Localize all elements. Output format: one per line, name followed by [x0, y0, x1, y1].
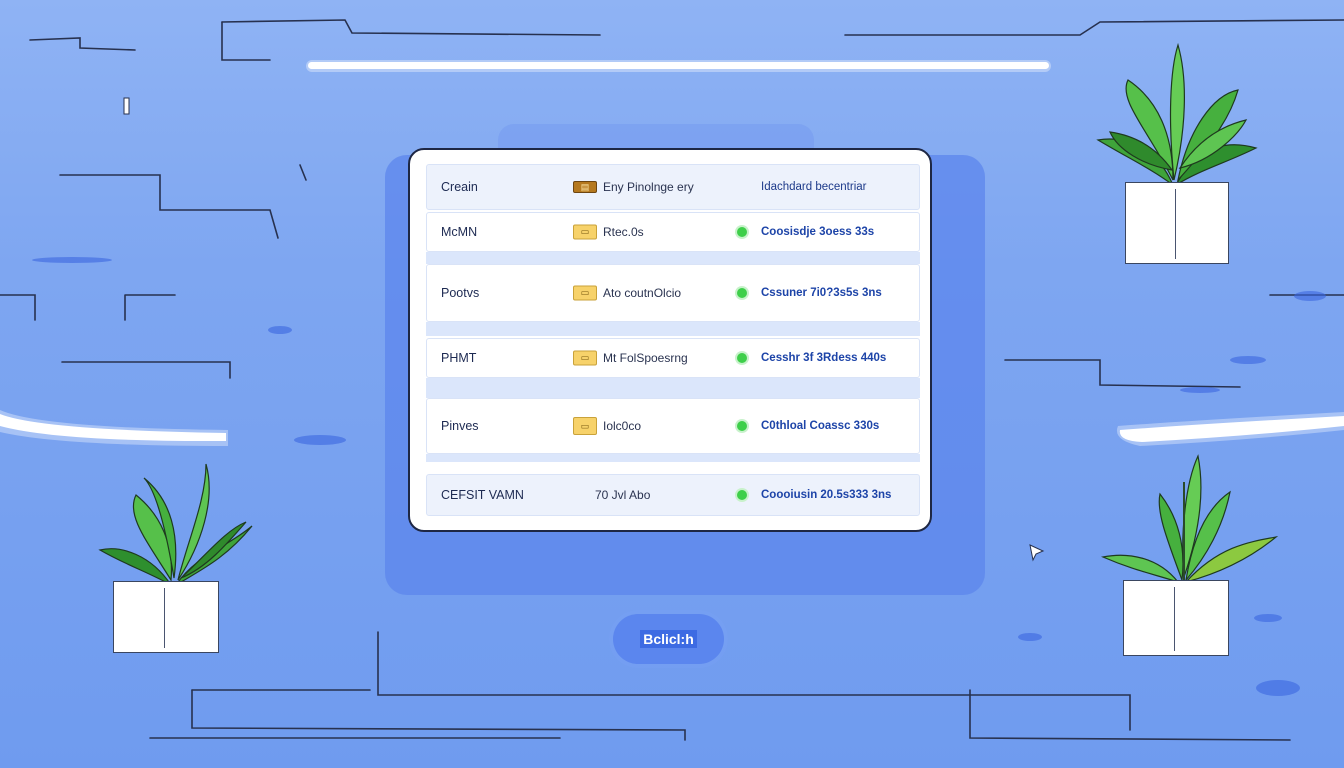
leaves-icon	[1096, 42, 1258, 187]
row-detail: Rtec.0s	[603, 225, 644, 239]
row-name: Pinves	[441, 419, 479, 433]
header-name: Creain	[441, 180, 478, 194]
row-status: Coooiusin 20.5s333 3ns	[761, 489, 892, 501]
table-row[interactable]: Pinves ▭ Iolc0co C0thloal Coassc 330s	[426, 398, 920, 454]
row-status: C0thloal Coassc 330s	[761, 420, 880, 432]
folder-icon: ▭	[573, 224, 597, 240]
data-table-panel: Creain ▤ Eny Pinolnge ery Idachdard bece…	[408, 148, 932, 532]
row-separator	[426, 322, 920, 336]
plant-decoration-bottom-right	[1098, 452, 1280, 657]
status-dot-icon	[737, 353, 747, 363]
pot-icon	[113, 581, 219, 653]
primary-action-button[interactable]: Bclicl:h	[613, 614, 724, 664]
status-dot-icon	[737, 227, 747, 237]
table-header-row: Creain ▤ Eny Pinolnge ery Idachdard bece…	[426, 164, 920, 210]
row-separator	[426, 378, 920, 398]
status-dot-icon	[737, 490, 747, 500]
row-name: CEFSIT VAMN	[441, 488, 524, 502]
row-detail: 70 Jvl Abo	[595, 488, 651, 502]
row-separator	[426, 454, 920, 462]
folder-icon: ▭	[573, 417, 597, 435]
table-row[interactable]: CEFSIT VAMN 70 Jvl Abo Coooiusin 20.5s33…	[426, 474, 920, 516]
plant-decoration-bottom-left	[96, 460, 256, 655]
status-dot-icon	[737, 288, 747, 298]
plant-decoration-top-right	[1088, 40, 1263, 265]
row-status: Coosisdje 3oess 33s	[761, 226, 875, 238]
row-separator	[426, 252, 920, 264]
row-name: McMN	[441, 225, 478, 239]
row-name: PHMT	[441, 351, 477, 365]
leaves-icon	[98, 463, 253, 586]
pot-icon	[1125, 182, 1229, 264]
folder-icon: ▭	[573, 350, 597, 366]
row-status: Cesshr 3f 3Rdess 440s	[761, 352, 887, 364]
table-row[interactable]: McMN ▭ Rtec.0s Coosisdje 3oess 33s	[426, 212, 920, 252]
header-detail: Eny Pinolnge ery	[603, 180, 694, 194]
table-row[interactable]: PHMT ▭ Mt FolSpoesrng Cesshr 3f 3Rdess 4…	[426, 338, 920, 378]
row-detail: Mt FolSpoesrng	[603, 351, 688, 365]
row-detail: Ato coutnOlcio	[603, 286, 682, 300]
header-status: Idachdard becentriar	[761, 181, 867, 193]
row-name: Pootvs	[441, 286, 480, 300]
folder-icon: ▤	[573, 181, 597, 193]
row-status: Cssuner 7i0?3s5s 3ns	[761, 287, 882, 299]
primary-action-label: Bclicl:h	[640, 630, 697, 648]
status-dot-icon	[737, 421, 747, 431]
pot-icon	[1123, 580, 1229, 656]
leaves-icon	[1100, 454, 1279, 584]
row-detail: Iolc0co	[603, 419, 642, 433]
table-row[interactable]: Pootvs ▭ Ato coutnOlcio Cssuner 7i0?3s5s…	[426, 264, 920, 322]
folder-icon: ▭	[573, 285, 597, 301]
